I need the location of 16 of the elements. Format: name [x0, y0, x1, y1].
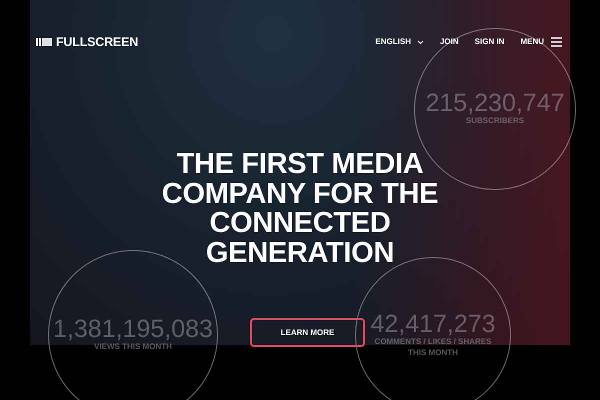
nav-link[interactable]: SIGN IN: [474, 36, 504, 48]
stat-label: COMMENTS / LIKES / SHARES THIS MONTH: [374, 337, 492, 358]
nav-link[interactable]: JOIN: [440, 36, 459, 48]
stat-value: 1,381,195,083: [53, 317, 213, 342]
stat-label: SUBSCRIBERS: [466, 116, 524, 127]
menu-button[interactable]: MENU: [520, 36, 562, 48]
stat-label: VIEWS THIS MONTH: [94, 342, 172, 353]
stat-value: 42,417,273: [370, 312, 496, 338]
stat-value: 215,230,747: [425, 91, 565, 116]
headline: THE FIRST MEDIA COMPANY FOR THE CONNECTED GENERATION: [160, 150, 440, 268]
logo-icon: [36, 38, 52, 46]
language-dropdown[interactable]: ENGLISH: [375, 36, 424, 48]
logo-text[interactable]: FULLSCREEN: [56, 33, 138, 52]
chevron-down-icon: [416, 40, 424, 45]
menu-icon: [551, 37, 562, 48]
learn-more-button[interactable]: LEARN MORE: [250, 318, 365, 347]
